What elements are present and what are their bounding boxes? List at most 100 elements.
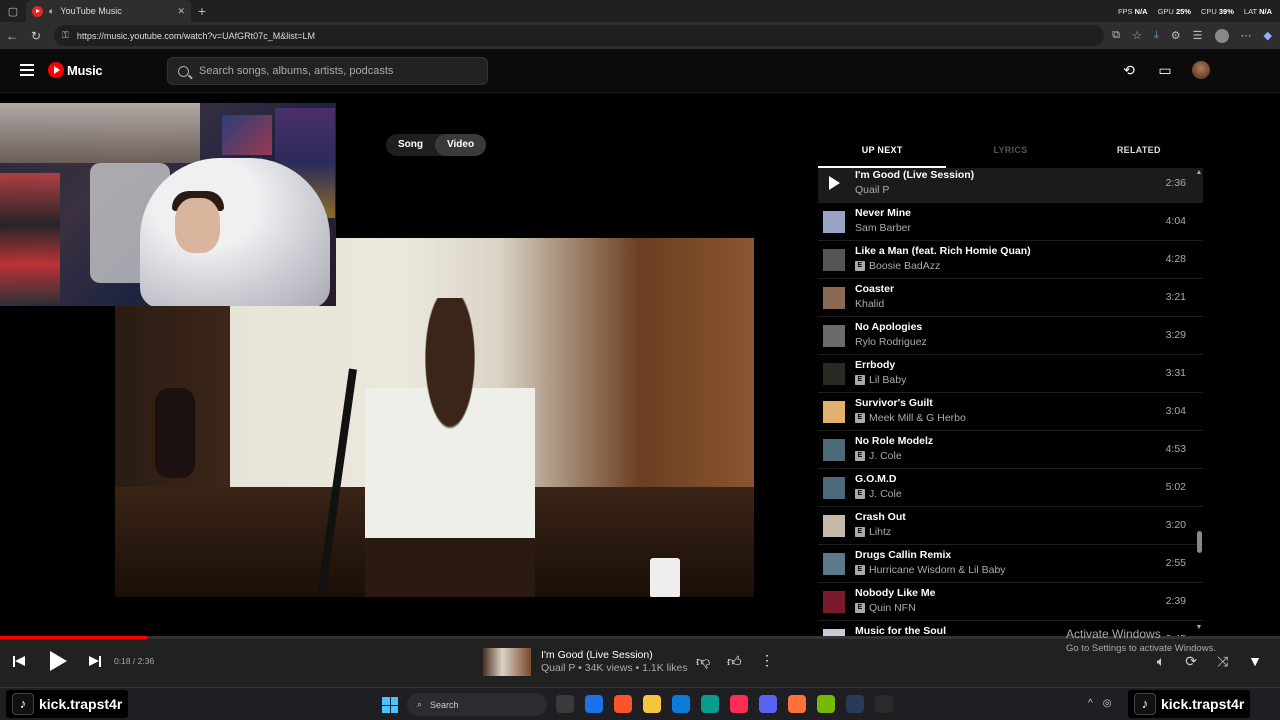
taskbar-app-icon[interactable]: [585, 695, 603, 713]
avatar[interactable]: [1192, 61, 1210, 79]
tab-actions-icon[interactable]: ▢: [0, 0, 26, 22]
like-icon[interactable]: 👍︎: [727, 653, 742, 670]
queue-item[interactable]: No Role Modelz E J. Cole 4:53: [818, 431, 1203, 469]
queue-item[interactable]: Drugs Callin Remix E Hurricane Wisdom & Li…: [818, 545, 1203, 583]
taskbar-app-icon[interactable]: [556, 695, 574, 713]
taskbar-app-icon[interactable]: [672, 695, 690, 713]
scrollbar[interactable]: [1197, 531, 1202, 553]
queue-item[interactable]: Errbody E Lil Baby 3:31: [818, 355, 1203, 393]
steam-tray-icon[interactable]: ◎: [1103, 698, 1112, 709]
now-playing-thumbnail[interactable]: [483, 648, 531, 676]
queue-item-artist[interactable]: Quin NFN: [869, 602, 916, 614]
queue-item-artist[interactable]: Lil Baby: [869, 374, 906, 386]
queue-item-artist[interactable]: Sam Barber: [855, 222, 911, 234]
collections-icon[interactable]: ☰: [1193, 29, 1203, 42]
settings-icon[interactable]: ⚙: [1171, 29, 1181, 42]
queue-item-title: Crash Out: [855, 511, 906, 523]
queue-item-artist[interactable]: Lihtz: [869, 526, 891, 538]
queue-item-artist[interactable]: Hurricane Wisdom & Lil Baby: [869, 564, 1006, 576]
taskbar-search-label: Search: [430, 699, 459, 710]
queue-item-title: G.O.M.D: [855, 473, 897, 485]
queue-item-artist-wrap: Sam Barber: [855, 222, 911, 234]
queue-item-duration: 3:21: [1165, 291, 1186, 303]
search-box[interactable]: [167, 57, 488, 85]
new-tab-button[interactable]: +: [191, 3, 213, 19]
taskbar-app-icon[interactable]: [875, 695, 893, 713]
browser-tab[interactable]: 🔈︎ YouTube Music ✕: [26, 0, 191, 22]
queue-item[interactable]: Nobody Like Me E Quin NFN 2:39: [818, 583, 1203, 621]
webcam-shoes: [0, 173, 60, 303]
menu-icon[interactable]: [20, 64, 34, 76]
speaker-icon[interactable]: 🔈︎: [49, 6, 54, 17]
repeat-icon[interactable]: ⟳: [1185, 653, 1197, 670]
favorite-icon[interactable]: ☆: [1132, 29, 1142, 42]
taskbar-search[interactable]: ⌕ Search: [407, 693, 547, 716]
queue-item[interactable]: I'm Good (Live Session) Quail P 2:36: [818, 168, 1203, 203]
taskbar-app-icon[interactable]: [759, 695, 777, 713]
queue-item[interactable]: Coaster Khalid 3:21: [818, 279, 1203, 317]
close-tab-icon[interactable]: ✕: [177, 6, 185, 17]
copilot-icon[interactable]: ◆: [1264, 29, 1272, 42]
play-icon[interactable]: [50, 651, 67, 671]
ytm-logo[interactable]: Music: [48, 62, 103, 78]
search-input[interactable]: [199, 65, 479, 77]
webcam-person: [140, 158, 330, 306]
volume-icon[interactable]: 🔈︎: [1157, 653, 1165, 670]
windows-start-icon[interactable]: [382, 697, 398, 713]
queue-item-artist[interactable]: Quail P: [855, 184, 889, 196]
queue-item-artist[interactable]: Khalid: [855, 298, 884, 310]
tab-up-next[interactable]: UP NEXT: [818, 138, 947, 168]
tab-related[interactable]: RELATED: [1075, 138, 1203, 168]
video-toggle-button[interactable]: Video: [435, 134, 487, 156]
extensions-icon[interactable]: ⧉: [1112, 29, 1120, 42]
browser-profile-avatar[interactable]: [1214, 28, 1229, 43]
dislike-icon[interactable]: 👎︎: [696, 653, 710, 670]
back-icon[interactable]: ←: [0, 29, 24, 43]
tab-lyrics[interactable]: LYRICS: [946, 138, 1074, 168]
expand-player-icon[interactable]: ▼: [1248, 653, 1262, 670]
queue-item-artist[interactable]: J. Cole: [869, 450, 902, 462]
player-bar-right: 🔈︎ ⟳ ⤨ ▼: [1157, 653, 1262, 670]
shuffle-icon[interactable]: ⤨: [1217, 653, 1228, 670]
taskbar-app-icon[interactable]: [701, 695, 719, 713]
play-icon[interactable]: [829, 176, 840, 190]
queue-item-artist[interactable]: Boosie BadAzz: [869, 260, 940, 272]
queue-item-artist[interactable]: J. Cole: [869, 488, 902, 500]
queue-item[interactable]: No Apologies Rylo Rodriguez 3:29: [818, 317, 1203, 355]
queue-item[interactable]: G.O.M.D E J. Cole 5:02: [818, 469, 1203, 507]
queue-item[interactable]: Like a Man (feat. Rich Homie Quan) E Boosi…: [818, 241, 1203, 279]
taskbar-app-icon[interactable]: [614, 695, 632, 713]
reload-icon[interactable]: ↻: [24, 29, 48, 43]
queue-item[interactable]: Never Mine Sam Barber 4:04: [818, 203, 1203, 241]
more-menu-icon[interactable]: ⋯: [1241, 29, 1252, 42]
queue-item-artist[interactable]: Meek Mill & G Herbo: [869, 412, 966, 424]
taskbar-app-icon[interactable]: [846, 695, 864, 713]
history-icon[interactable]: ⟲: [1120, 61, 1138, 79]
browser-actions: ⧉ ☆ ⤓ ⚙ ☰ ⋯ ◆: [1112, 25, 1272, 46]
queue-item-artist-wrap: E Quin NFN: [855, 602, 916, 614]
player-bar: 0:18 / 2:36 I'm Good (Live Session) Quai…: [0, 627, 1280, 687]
queue-item[interactable]: Survivor's Guilt E Meek Mill & G Herbo 3:04: [818, 393, 1203, 431]
cast-icon[interactable]: ▭: [1156, 61, 1174, 79]
tab-title: YouTube Music: [60, 6, 122, 16]
queue-item-artist[interactable]: Rylo Rodriguez: [855, 336, 927, 348]
more-options-icon[interactable]: ⋮: [760, 653, 774, 667]
taskbar-app-icon[interactable]: [817, 695, 835, 713]
queue-item[interactable]: Crash Out E Lihtz 3:20: [818, 507, 1203, 545]
tiktok-icon: ♪: [1134, 693, 1156, 715]
taskbar-app-icon[interactable]: [788, 695, 806, 713]
windows-taskbar: ♪ kick.trapst4r ⌕ Search ^ ◎ ♪ kick.trap…: [0, 687, 1280, 720]
taskbar-app-icon[interactable]: [730, 695, 748, 713]
tray-chevron-icon[interactable]: ^: [1088, 698, 1093, 709]
site-info-icon[interactable]: ⚿: [62, 30, 69, 41]
song-toggle-button[interactable]: Song: [386, 134, 435, 156]
url-field[interactable]: ⚿ https://music.youtube.com/watch?v=UAfG…: [54, 25, 1104, 46]
scroll-up-icon[interactable]: ▲: [1195, 169, 1203, 176]
previous-icon[interactable]: [13, 655, 27, 669]
now-playing-title[interactable]: I'm Good (Live Session): [541, 649, 653, 661]
queue-item-duration: 2:39: [1165, 595, 1186, 607]
downloads-icon[interactable]: ⤓: [1154, 29, 1159, 42]
next-icon[interactable]: [89, 655, 103, 669]
taskbar-app-icon[interactable]: [643, 695, 661, 713]
explicit-badge: E: [855, 375, 865, 385]
